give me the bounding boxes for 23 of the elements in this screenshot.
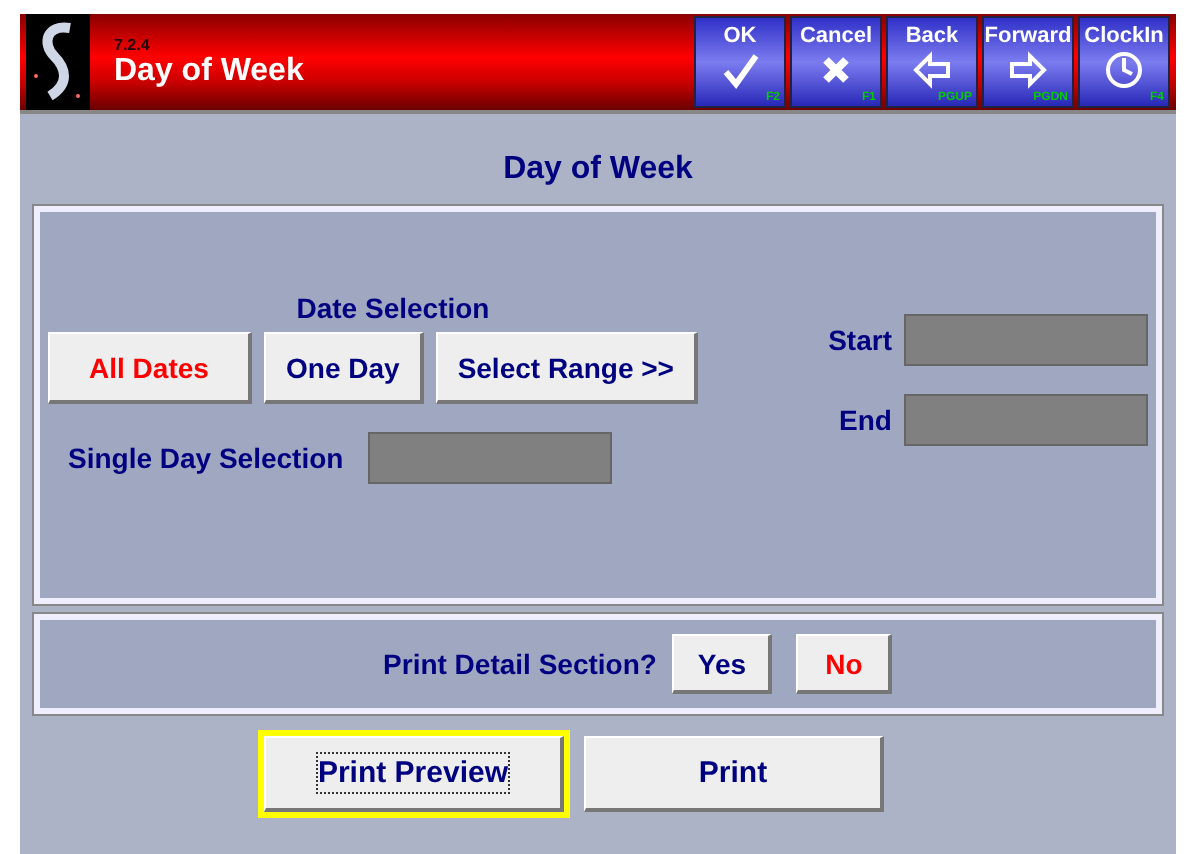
check-icon	[720, 50, 760, 90]
version-label: 7.2.4	[114, 35, 152, 53]
input-field[interactable]	[904, 394, 1148, 446]
right-arrow-icon	[1008, 50, 1048, 90]
option-button[interactable]: All Dates	[48, 332, 252, 404]
field-label: Start	[828, 324, 892, 356]
field-label: Single Day Selection	[68, 442, 344, 474]
option-button[interactable]: Select Range >>	[435, 332, 698, 404]
question-label: Print Detail Section?	[383, 648, 657, 680]
clock-icon	[1104, 50, 1144, 90]
left-arrow-icon	[912, 50, 952, 90]
page-title: Day of Week	[501, 152, 695, 188]
action-button[interactable]: Print Preview	[264, 736, 564, 812]
option-button[interactable]: Yes	[672, 634, 773, 694]
option-button[interactable]: No	[796, 634, 893, 694]
option-button[interactable]: One Day	[264, 332, 424, 404]
field-label: End	[839, 404, 892, 436]
section-label: Date Selection	[294, 292, 492, 324]
logo-icon	[26, 14, 90, 110]
input-field[interactable]	[904, 314, 1148, 366]
action-button[interactable]: Print	[584, 736, 884, 812]
input-field[interactable]	[367, 432, 612, 484]
window-title: Day of Week	[114, 53, 306, 89]
